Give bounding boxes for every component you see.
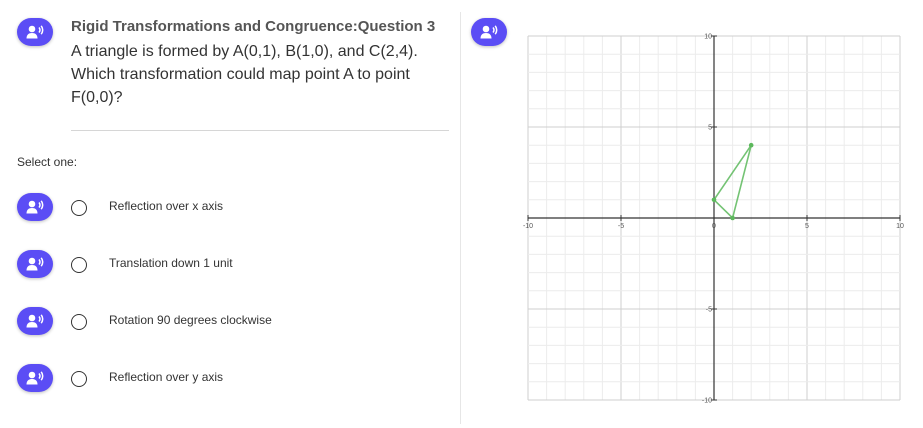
option-4-audio-button[interactable] [17, 364, 53, 392]
speaker-person-icon [26, 314, 44, 328]
option-2-radio[interactable] [71, 257, 87, 273]
vertex-point-a [711, 197, 717, 203]
option-1-audio-button[interactable] [17, 193, 53, 221]
separator-line [71, 130, 449, 131]
option-3-audio-button[interactable] [17, 307, 53, 335]
option-3-radio[interactable] [71, 314, 87, 330]
y-tick-label: 10 [704, 34, 712, 41]
y-tick-label: -5 [706, 307, 712, 314]
vertex-point-b [730, 215, 735, 221]
option-4-label[interactable]: Reflection over y axis [109, 370, 223, 384]
x-tick-label: 10 [896, 223, 904, 230]
option-1-radio[interactable] [71, 200, 87, 216]
speaker-person-icon [480, 25, 498, 39]
option-4-radio[interactable] [71, 371, 87, 387]
graph-audio-button[interactable] [471, 18, 507, 46]
speaker-person-icon [26, 200, 44, 214]
speaker-person-icon [26, 257, 44, 271]
x-tick-label: -10 [523, 223, 533, 230]
option-2-label[interactable]: Translation down 1 unit [109, 256, 233, 270]
option-2-audio-button[interactable] [17, 250, 53, 278]
option-1-label[interactable]: Reflection over x axis [109, 199, 223, 213]
question-audio-button[interactable] [17, 18, 53, 46]
vertex-point-c [748, 142, 754, 148]
question-text: A triangle is formed by A(0,1), B(1,0), … [71, 43, 418, 106]
coordinate-plane: -10 -5 0 5 10 10 5 -5 -10 [523, 34, 904, 405]
speaker-person-icon [26, 371, 44, 385]
x-tick-label: 5 [805, 223, 809, 230]
speaker-person-icon [26, 25, 44, 39]
question-title: Rigid Transformations and Congruence:Que… [71, 18, 436, 35]
x-tick-label: -5 [618, 223, 624, 230]
option-3-label[interactable]: Rotation 90 degrees clockwise [109, 313, 272, 327]
y-tick-label: -10 [702, 398, 712, 405]
select-one-label: Select one: [17, 155, 78, 169]
column-divider [460, 12, 461, 424]
x-tick-label: 0 [712, 223, 716, 230]
y-tick-label: 5 [708, 125, 712, 132]
